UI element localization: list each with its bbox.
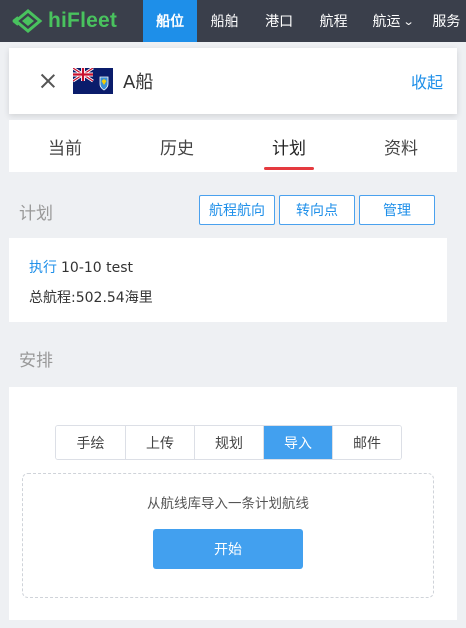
option-plan[interactable]: 规划 xyxy=(194,426,263,459)
arrange-section-title: 安排 xyxy=(19,351,53,371)
nav-label: 船舶 xyxy=(210,14,239,30)
tab-label: 当前 xyxy=(48,138,82,159)
plan-section-title: 计划 xyxy=(19,204,53,224)
nav-label: 服务 xyxy=(432,14,461,30)
route-source-selector: 手绘 上传 规划 导入 邮件 xyxy=(55,425,402,460)
brand-logo[interactable]: hiFleet xyxy=(0,0,143,42)
nav-item-shipping[interactable]: 航运 ⌄ xyxy=(361,0,424,42)
vessel-name: A船 xyxy=(123,72,154,93)
close-icon[interactable] xyxy=(40,73,56,89)
start-button[interactable]: 开始 xyxy=(153,529,303,569)
nav-label: 港口 xyxy=(265,14,294,30)
tab-label: 历史 xyxy=(160,138,194,159)
arrange-card: 手绘 上传 规划 导入 邮件 从航线库导入一条计划航线 开始 xyxy=(9,387,457,620)
flag-icon xyxy=(73,68,113,94)
tab-label: 资料 xyxy=(384,138,418,159)
nav-label: 航程 xyxy=(319,14,348,30)
vessel-tabs: 当前 历史 计划 资料 xyxy=(9,120,457,172)
import-panel: 从航线库导入一条计划航线 开始 xyxy=(22,473,434,598)
import-hint: 从航线库导入一条计划航线 xyxy=(147,496,309,512)
brand-name: hiFleet xyxy=(48,9,118,32)
option-upload[interactable]: 上传 xyxy=(125,426,194,459)
vessel-header: A船 收起 xyxy=(9,48,457,114)
tab-history[interactable]: 历史 xyxy=(121,120,233,172)
nav-item-services[interactable]: 服务 xyxy=(424,0,466,42)
tab-info[interactable]: 资料 xyxy=(345,120,457,172)
nav-label: 航运 xyxy=(372,14,401,30)
manage-button[interactable]: 管理 xyxy=(359,195,435,225)
plan-name: 10-10 test xyxy=(61,260,134,276)
waypoints-button[interactable]: 转向点 xyxy=(279,195,355,225)
nav-item-vessels[interactable]: 船舶 xyxy=(197,0,252,42)
chevron-down-icon: ⌄ xyxy=(402,14,415,28)
nav-item-ports[interactable]: 港口 xyxy=(252,0,307,42)
hifleet-logo-icon xyxy=(12,9,43,33)
current-plan: 执行 10-10 test xyxy=(29,257,133,277)
nav-label: 船位 xyxy=(156,14,185,30)
tab-label: 计划 xyxy=(272,138,306,159)
nav-item-vessel-position[interactable]: 船位 xyxy=(142,0,198,42)
collapse-button[interactable]: 收起 xyxy=(411,69,443,93)
option-email[interactable]: 邮件 xyxy=(332,426,401,459)
option-draw[interactable]: 手绘 xyxy=(56,426,125,459)
top-navigation: hiFleet 船位 船舶 港口 航程 航运 ⌄ 服务 xyxy=(0,0,466,42)
voyage-course-button[interactable]: 航程航向 xyxy=(199,195,275,225)
execute-link[interactable]: 执行 xyxy=(29,260,57,276)
tab-current[interactable]: 当前 xyxy=(9,120,121,172)
nav-item-voyages[interactable]: 航程 xyxy=(306,0,361,42)
option-import[interactable]: 导入 xyxy=(263,426,332,459)
total-distance: 总航程:502.54海里 xyxy=(29,290,153,306)
plan-info-card: 执行 10-10 test 总航程:502.54海里 xyxy=(9,238,447,322)
tab-plan[interactable]: 计划 xyxy=(233,120,345,172)
